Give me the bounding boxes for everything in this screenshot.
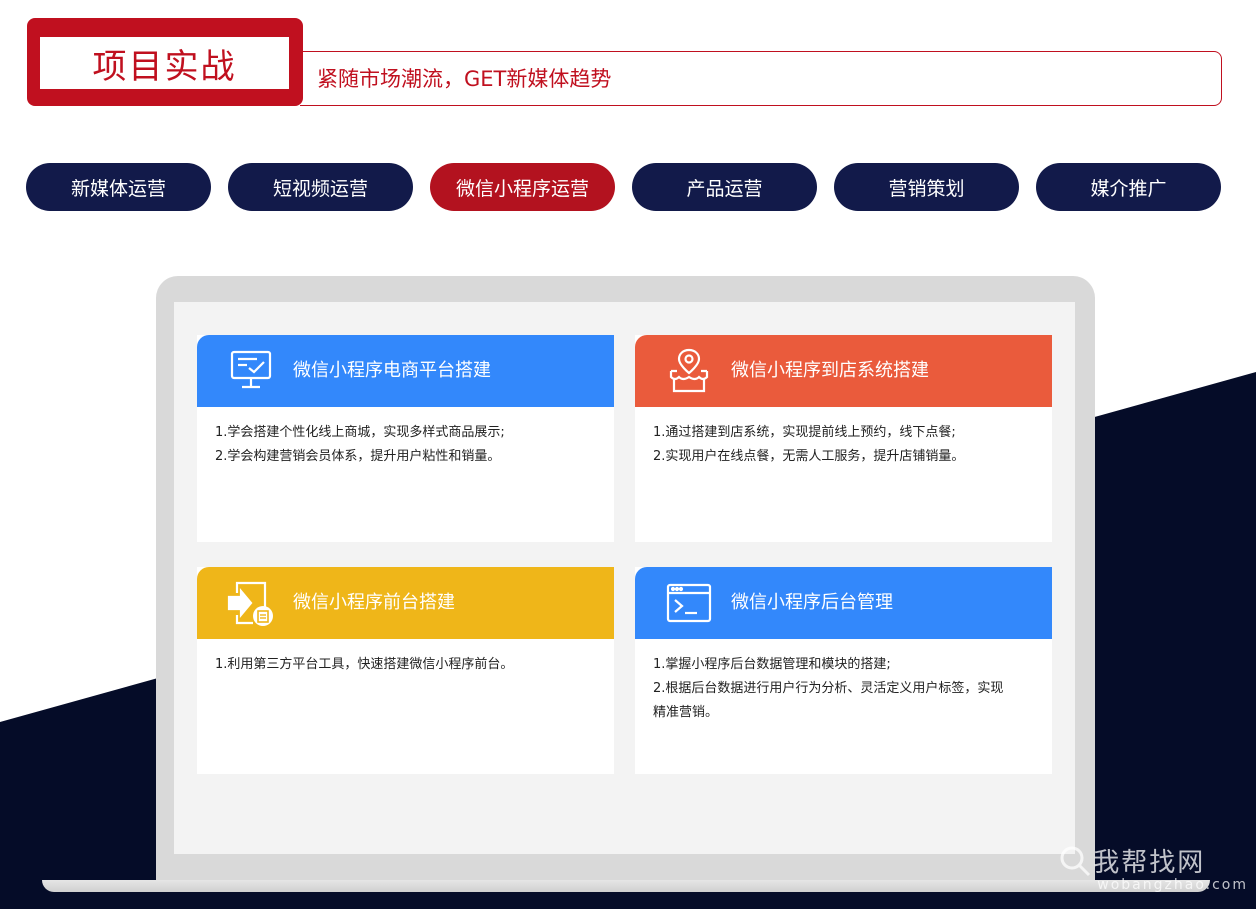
card-description: 1.通过搭建到店系统，实现提前线上预约，线下点餐; 2.实现用户在线点餐，无需人… xyxy=(653,421,1038,469)
card-line: 1.利用第三方平台工具，快速搭建微信小程序前台。 xyxy=(215,657,514,672)
card-header: 微信小程序电商平台搭建 xyxy=(197,335,614,407)
card-store-system[interactable]: 微信小程序到店系统搭建 1.通过搭建到店系统，实现提前线上预约，线下点餐; 2.… xyxy=(635,335,1052,542)
card-header: 微信小程序前台搭建 xyxy=(197,567,614,639)
card-line: 精准营销。 xyxy=(653,705,719,720)
tab-short-video[interactable]: 短视频运营 xyxy=(228,163,413,211)
card-title: 微信小程序电商平台搭建 xyxy=(293,360,491,381)
tab-wechat-miniprogram[interactable]: 微信小程序运营 xyxy=(430,163,615,211)
tab-marketing[interactable]: 营销策划 xyxy=(834,163,1019,211)
laptop-base xyxy=(42,880,1210,892)
card-line: 2.根据后台数据进行用户行为分析、灵活定义用户标签，实现 xyxy=(653,681,1004,696)
card-description: 1.学会搭建个性化线上商城，实现多样式商品展示; 2.学会构建营销会员体系，提升… xyxy=(215,421,600,469)
card-ecommerce[interactable]: 微信小程序电商平台搭建 1.学会搭建个性化线上商城，实现多样式商品展示; 2.学… xyxy=(197,335,614,542)
tab-product[interactable]: 产品运营 xyxy=(632,163,817,211)
export-document-icon xyxy=(227,581,273,626)
card-line: 2.实现用户在线点餐，无需人工服务，提升店铺销量。 xyxy=(653,449,965,464)
terminal-window-icon xyxy=(666,583,712,623)
header-slogan: 紧随市场潮流，GET新媒体趋势 xyxy=(317,67,612,91)
card-line: 1.掌握小程序后台数据管理和模块的搭建; xyxy=(653,657,891,672)
store-location-icon xyxy=(669,348,709,393)
watermark-name: 我帮找网 xyxy=(1093,848,1206,878)
card-line: 2.学会构建营销会员体系，提升用户粘性和销量。 xyxy=(215,449,501,464)
card-title: 微信小程序前台搭建 xyxy=(293,592,455,613)
card-line: 1.学会搭建个性化线上商城，实现多样式商品展示; xyxy=(215,425,505,440)
header-badge: 项目实战 xyxy=(27,18,303,106)
card-title: 微信小程序到店系统搭建 xyxy=(731,360,929,381)
card-header: 微信小程序后台管理 xyxy=(635,567,1052,639)
card-line: 1.通过搭建到店系统，实现提前线上预约，线下点餐; xyxy=(653,425,956,440)
tab-new-media[interactable]: 新媒体运营 xyxy=(26,163,211,211)
header-slogan-bar: 紧随市场潮流，GET新媒体趋势 xyxy=(300,51,1222,106)
magnifier-icon xyxy=(1060,846,1091,876)
watermark-url: wobangzhao.com xyxy=(1097,877,1248,893)
watermark: 我帮找网 wobangzhao.com xyxy=(1057,842,1248,893)
card-frontend[interactable]: 微信小程序前台搭建 1.利用第三方平台工具，快速搭建微信小程序前台。 xyxy=(197,567,614,774)
page-title: 项目实战 xyxy=(40,37,289,89)
tab-media-promotion[interactable]: 媒介推广 xyxy=(1036,163,1221,211)
card-title: 微信小程序后台管理 xyxy=(731,592,893,613)
card-backend[interactable]: 微信小程序后台管理 1.掌握小程序后台数据管理和模块的搭建; 2.根据后台数据进… xyxy=(635,567,1052,774)
card-description: 1.利用第三方平台工具，快速搭建微信小程序前台。 xyxy=(215,653,600,677)
card-description: 1.掌握小程序后台数据管理和模块的搭建; 2.根据后台数据进行用户行为分析、灵活… xyxy=(653,653,1038,725)
card-header: 微信小程序到店系统搭建 xyxy=(635,335,1052,407)
monitor-check-icon xyxy=(230,350,272,389)
